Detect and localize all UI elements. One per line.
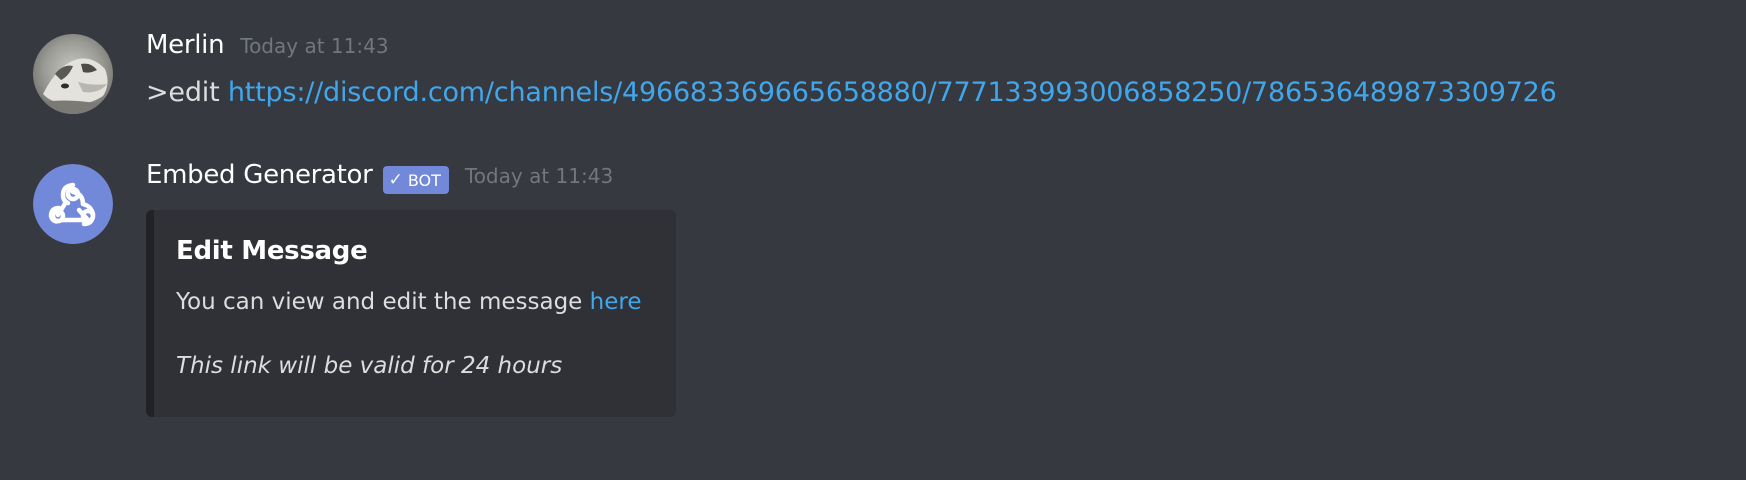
timestamp: Today at 11:43 xyxy=(240,34,389,58)
timestamp: Today at 11:43 xyxy=(464,164,614,188)
embed: Edit Message You can view and edit the m… xyxy=(146,210,676,417)
message-link[interactable]: https://discord.com/channels/49668336966… xyxy=(228,77,1557,108)
wolf-avatar-icon xyxy=(33,34,113,114)
bot-tag: ✓ BOT xyxy=(382,166,449,194)
avatar[interactable] xyxy=(33,164,113,244)
embed-link[interactable]: here xyxy=(590,289,642,315)
embed-description: You can view and edit the message here xyxy=(176,286,660,318)
avatar[interactable] xyxy=(33,34,113,114)
username[interactable]: Embed Generator xyxy=(146,160,373,190)
message-text: >edit https://discord.com/channels/49668… xyxy=(146,76,1726,110)
command-text: >edit xyxy=(146,77,228,108)
bot-tag-label: BOT xyxy=(407,170,441,190)
username[interactable]: Merlin xyxy=(146,30,225,60)
embed-title: Edit Message xyxy=(176,236,368,266)
webhook-icon xyxy=(33,164,113,244)
embed-description-text: You can view and edit the message xyxy=(176,289,590,315)
check-icon: ✓ xyxy=(388,170,403,190)
embed-note: This link will be valid for 24 hours xyxy=(176,353,563,379)
